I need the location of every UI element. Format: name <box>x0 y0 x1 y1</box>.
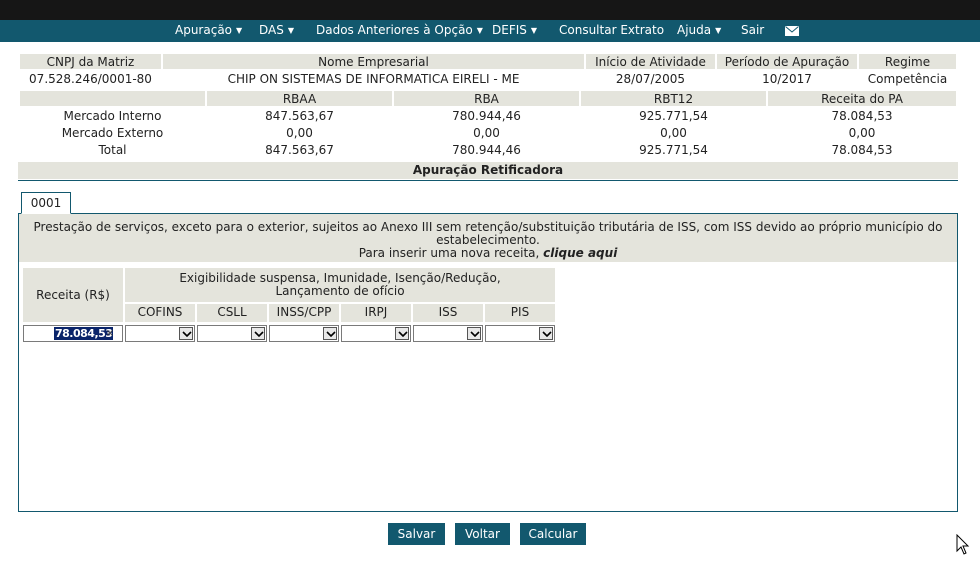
header-iss: ISS <box>413 303 483 322</box>
receita-input[interactable]: 78.084,53 × <box>23 324 123 342</box>
table-row: Total 847.563,67 780.944,46 925.771,54 7… <box>20 142 956 157</box>
tab-0001[interactable]: 0001 <box>21 192 71 214</box>
nav-defis[interactable]: DEFIS ▼ <box>492 20 537 42</box>
cell-value: 847.563,67 <box>207 108 392 123</box>
caret-down-icon: ▼ <box>530 26 538 35</box>
header-regime: Regime <box>859 54 956 69</box>
header-csll: CSLL <box>197 303 267 322</box>
receita-header: Receita (R$) <box>23 268 123 322</box>
csll-select[interactable] <box>197 324 267 342</box>
caret-down-icon: ▼ <box>715 26 722 35</box>
header-rbaa: RBAA <box>207 91 392 106</box>
activity-panel: Prestação de serviços, exceto para o ext… <box>18 213 958 512</box>
insert-revenue-line: Para inserir uma nova receita, clique aq… <box>19 247 957 260</box>
clique-aqui-link[interactable]: clique aqui <box>543 246 617 260</box>
cell-value: 0,00 <box>394 125 579 140</box>
exigibilidade-header: Exigibilidade suspensa, Imunidade, Isenç… <box>125 268 555 302</box>
nav-das[interactable]: DAS ▼ <box>259 20 294 42</box>
dropdown-arrow-icon[interactable] <box>539 326 553 340</box>
company-name-value: CHIP ON SISTEMAS DE INFORMATICA EIRELI -… <box>163 71 584 86</box>
cell-value: 780.944,46 <box>394 142 579 157</box>
dropdown-arrow-icon[interactable] <box>323 326 337 340</box>
header-inicio-atividade: Início de Atividade <box>586 54 715 69</box>
dropdown-arrow-icon[interactable] <box>251 326 265 340</box>
section-title: Apuração Retificadora <box>18 162 958 179</box>
table-row: Mercado Interno 847.563,67 780.944,46 92… <box>20 108 956 123</box>
irpj-select[interactable] <box>341 324 411 342</box>
dropdown-arrow-icon[interactable] <box>179 326 193 340</box>
header-receita-pa: Receita do PA <box>768 91 956 106</box>
pis-select[interactable] <box>485 324 555 342</box>
envelope-icon[interactable] <box>785 26 799 36</box>
cofins-select[interactable] <box>125 324 195 342</box>
start-date-value: 28/07/2005 <box>586 71 715 86</box>
header-cnpj: CNPJ da Matriz <box>20 54 161 69</box>
cell-value: 78.084,53 <box>768 108 956 123</box>
receita-value-selected: 78.084,53 <box>54 326 114 340</box>
inss-cpp-select[interactable] <box>269 324 339 342</box>
mouse-pointer-icon <box>956 534 970 555</box>
nav-sair[interactable]: Sair <box>741 20 764 42</box>
nav-ajuda[interactable]: Ajuda ▼ <box>677 20 721 42</box>
cell-value: 0,00 <box>768 125 956 140</box>
header-pis: PIS <box>485 303 555 322</box>
back-button[interactable]: Voltar <box>455 523 510 545</box>
regime-value: Competência <box>859 71 956 86</box>
header-rbt12: RBT12 <box>581 91 766 106</box>
main-nav: Apuração ▼ DAS ▼ Dados Anteriores à Opção ▼… <box>0 20 980 42</box>
save-button[interactable]: Salvar <box>388 523 445 545</box>
table-row: Mercado Externo 0,00 0,00 0,00 0,00 <box>20 125 956 140</box>
company-info-table: CNPJ da Matriz Nome Empresarial Início d… <box>18 52 958 88</box>
caret-down-icon: ▼ <box>236 26 243 35</box>
cell-value: 925.771,54 <box>581 142 766 157</box>
cell-value: 0,00 <box>581 125 766 140</box>
calculate-button[interactable]: Calcular <box>520 523 586 545</box>
cnpj-value: 07.528.246/0001-80 <box>20 71 161 86</box>
cell-value: 0,00 <box>207 125 392 140</box>
row-label: Mercado Interno <box>20 108 205 123</box>
caret-down-icon: ▼ <box>476 26 483 35</box>
revenue-form-table: Receita (R$) Exigibilidade suspensa, Imu… <box>21 266 557 344</box>
cell-value: 847.563,67 <box>207 142 392 157</box>
cell-value: 78.084,53 <box>768 142 956 157</box>
cell-value: 925.771,54 <box>581 108 766 123</box>
header-irpj: IRPJ <box>341 303 411 322</box>
row-label: Total <box>20 142 205 157</box>
dropdown-arrow-icon[interactable] <box>395 326 409 340</box>
revenue-summary-table: RBAA RBA RBT12 Receita do PA Mercado Int… <box>18 89 958 159</box>
nav-apuracao[interactable]: Apuração ▼ <box>175 20 242 42</box>
header-periodo-apuracao: Período de Apuração <box>717 54 857 69</box>
dropdown-arrow-icon[interactable] <box>467 326 481 340</box>
nav-consultar-extrato[interactable]: Consultar Extrato <box>559 20 664 42</box>
row-label: Mercado Externo <box>20 125 205 140</box>
clear-icon[interactable]: × <box>106 328 114 339</box>
header-rba: RBA <box>394 91 579 106</box>
top-black-bar <box>0 0 980 20</box>
exigibilidade-line-2: Lançamento de ofício <box>275 283 405 298</box>
caret-down-icon: ▼ <box>287 26 295 35</box>
period-value: 10/2017 <box>717 71 857 86</box>
divider <box>18 180 958 181</box>
cell-value: 780.944,46 <box>394 108 579 123</box>
activity-description: Prestação de serviços, exceto para o ext… <box>19 214 957 262</box>
header-blank <box>20 91 205 106</box>
iss-select[interactable] <box>413 324 483 342</box>
nav-dados-anteriores[interactable]: Dados Anteriores à Opção ▼ <box>316 20 483 42</box>
header-cofins: COFINS <box>125 303 195 322</box>
header-nome-empresarial: Nome Empresarial <box>163 54 584 69</box>
header-inss-cpp: INSS/CPP <box>269 303 339 322</box>
insert-prefix: Para inserir uma nova receita, <box>358 246 544 260</box>
